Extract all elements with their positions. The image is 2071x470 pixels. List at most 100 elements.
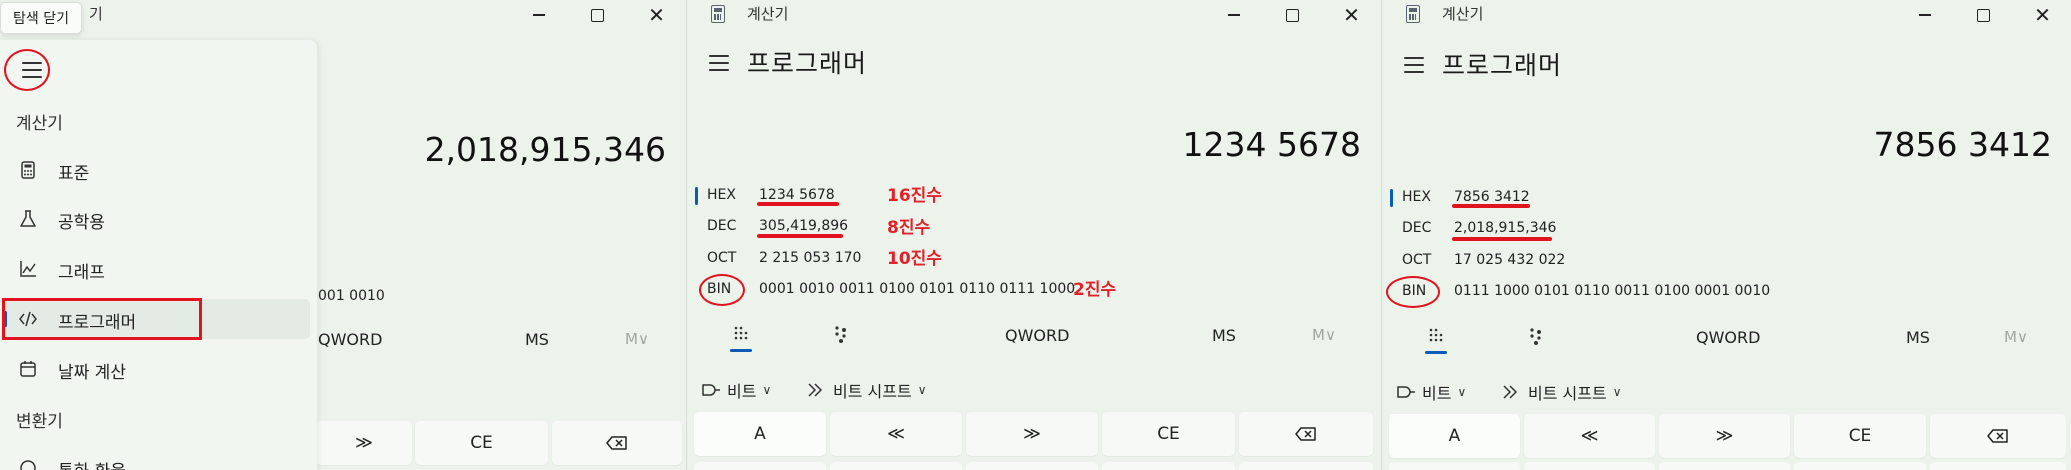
nav-item-currency[interactable]: 통화 환율: [4, 448, 310, 470]
window-controls: ✕: [1204, 0, 1381, 30]
bit-toggle-icon[interactable]: [829, 322, 853, 346]
close-navigation-tooltip: 탐색 닫기: [0, 2, 82, 34]
radix-label: DEC: [707, 218, 737, 234]
radix-row-hex[interactable]: HEX 1234 5678: [687, 181, 1381, 211]
hex-a-key[interactable]: A: [1389, 414, 1520, 458]
right-shift-key[interactable]: ≫: [316, 421, 412, 465]
radix-value: 7856 3412: [1454, 189, 1530, 205]
memory-store-button[interactable]: MS: [1212, 326, 1236, 345]
bit-toggle-icon[interactable]: [1524, 324, 1548, 348]
radix-label: OCT: [1402, 252, 1432, 268]
radix-label: HEX: [1402, 189, 1431, 205]
radix-value: 0001 0010 0011 0100 0101 0110 0111 1000: [759, 281, 1076, 297]
calendar-icon: [20, 361, 36, 377]
graph-icon: [20, 261, 36, 277]
result-display: 1234 5678: [1182, 125, 1361, 164]
nav-item-standard[interactable]: 표준: [4, 150, 310, 190]
key-partial[interactable]: [694, 462, 826, 470]
left-shift-key[interactable]: ≪: [830, 412, 962, 456]
radix-row-hex[interactable]: HEX 7856 3412: [1382, 183, 2071, 213]
mode-title: 프로그래머: [1442, 51, 1563, 80]
close-button[interactable]: ✕: [1322, 0, 1381, 30]
nav-item-graphing[interactable]: 그래프: [4, 249, 310, 289]
radix-row-bin[interactable]: BIN 0111 1000 0101 0110 0011 0100 0001 0…: [1382, 277, 2071, 307]
memory-store-button[interactable]: MS: [525, 330, 549, 349]
keypad-icon[interactable]: [729, 322, 753, 346]
memory-store-button[interactable]: MS: [1906, 328, 1930, 347]
word-size-button[interactable]: QWORD: [1005, 326, 1069, 345]
bit-shift-dropdown[interactable]: 비트 시프트 ∨: [807, 378, 926, 402]
bit-operations-row: 비트 ∨ 비트 시프트 ∨: [1382, 372, 2071, 406]
key-partial[interactable]: [966, 462, 1098, 470]
radix-row-oct[interactable]: OCT 17 025 432 022: [1382, 246, 2071, 276]
clear-entry-key[interactable]: CE: [1794, 414, 1926, 458]
annotation-underline: [1452, 237, 1552, 241]
key-partial[interactable]: [1102, 462, 1235, 470]
nav-item-date-calculation[interactable]: 날짜 계산: [4, 349, 310, 389]
nav-item-label: 그래프: [58, 263, 105, 283]
hex-a-key[interactable]: A: [694, 412, 826, 456]
radix-row-bin[interactable]: BIN 0001 0010 0011 0100 0101 0110 0111 1…: [687, 275, 1381, 305]
right-shift-key[interactable]: ≫: [1659, 414, 1790, 458]
annotation-underline: [757, 234, 843, 238]
backspace-key[interactable]: [1930, 414, 2066, 458]
close-button[interactable]: ✕: [627, 0, 686, 30]
clear-entry-key[interactable]: CE: [415, 421, 548, 465]
window-controls: ✕: [1895, 0, 2071, 30]
annotation-oct: 8진수: [887, 218, 931, 238]
minimize-button[interactable]: [1204, 0, 1263, 30]
key-partial[interactable]: [1524, 462, 1655, 470]
left-shift-key[interactable]: ≪: [1524, 414, 1655, 458]
backspace-key[interactable]: [552, 421, 682, 465]
word-size-button[interactable]: QWORD: [318, 330, 382, 349]
maximize-button[interactable]: [568, 0, 627, 30]
key-partial[interactable]: [1239, 462, 1373, 470]
clear-entry-key[interactable]: CE: [1102, 412, 1235, 456]
annotation-circle: [699, 274, 745, 306]
key-partial[interactable]: [1389, 462, 1520, 470]
bin-value-fragment: 001 0010: [318, 288, 385, 304]
memory-list-button[interactable]: M∨: [2004, 328, 2028, 346]
close-icon: ✕: [2034, 3, 2051, 27]
calculator-window-programmer-2: 계산기 ✕ 프로그래머 7856 3412 HEX 7856 3412 DEC …: [1381, 0, 2071, 470]
minimize-button[interactable]: [509, 0, 568, 30]
annotation-dec: 10진수: [887, 249, 942, 269]
maximize-button[interactable]: [1954, 0, 2013, 30]
backspace-key[interactable]: [1239, 412, 1373, 456]
minimize-icon: [532, 14, 545, 16]
maximize-button[interactable]: [1263, 0, 1322, 30]
annotation-circle: [1386, 276, 1440, 308]
key-partial[interactable]: [1794, 462, 1926, 470]
result-display: 2,018,915,346: [424, 130, 666, 169]
keypad-icon[interactable]: [1424, 324, 1448, 348]
calculator-window-nav-open: 기 ✕ 2,018,915,346 001 0010 QWORD MS M∨ ≫…: [0, 0, 686, 470]
hamburger-icon[interactable]: [1404, 57, 1424, 73]
word-size-button[interactable]: QWORD: [1696, 328, 1760, 347]
bitwise-dropdown[interactable]: 비트 ∨: [701, 378, 771, 402]
active-tab-indicator: [730, 349, 752, 352]
memory-list-button[interactable]: M∨: [625, 330, 649, 348]
window-title: 계산기: [747, 5, 789, 23]
hamburger-icon[interactable]: [709, 55, 729, 71]
nav-item-scientific[interactable]: 공학용: [4, 199, 310, 239]
calculator-app-icon: [711, 5, 725, 23]
key-partial[interactable]: [1659, 462, 1790, 470]
active-tab-indicator: [1425, 351, 1447, 354]
radix-value: 2,018,915,346: [1454, 220, 1557, 236]
radix-label: OCT: [707, 250, 737, 266]
close-button[interactable]: ✕: [2013, 0, 2071, 30]
key-partial[interactable]: [1930, 462, 2066, 470]
navigation-pane: 계산기 표준 공학용 그래프 프로그래머 날짜 계산 변환기 통화 환율: [0, 40, 317, 470]
bitwise-dropdown[interactable]: 비트 ∨: [1396, 380, 1466, 404]
right-shift-key[interactable]: ≫: [966, 412, 1098, 456]
chevron-down-icon: ∨: [762, 383, 772, 397]
minimize-button[interactable]: [1895, 0, 1954, 30]
radix-row-oct[interactable]: OCT 2 215 053 170: [687, 244, 1381, 274]
bit-shift-dropdown[interactable]: 비트 시프트 ∨: [1502, 380, 1621, 404]
radix-value: 2 215 053 170: [759, 250, 862, 266]
key-partial[interactable]: [830, 462, 962, 470]
annotation-hex: 16진수: [887, 186, 942, 206]
calculator-icon: [21, 161, 35, 179]
memory-list-button[interactable]: M∨: [1312, 326, 1336, 344]
radix-value: 0111 1000 0101 0110 0011 0100 0001 0010: [1454, 283, 1771, 299]
